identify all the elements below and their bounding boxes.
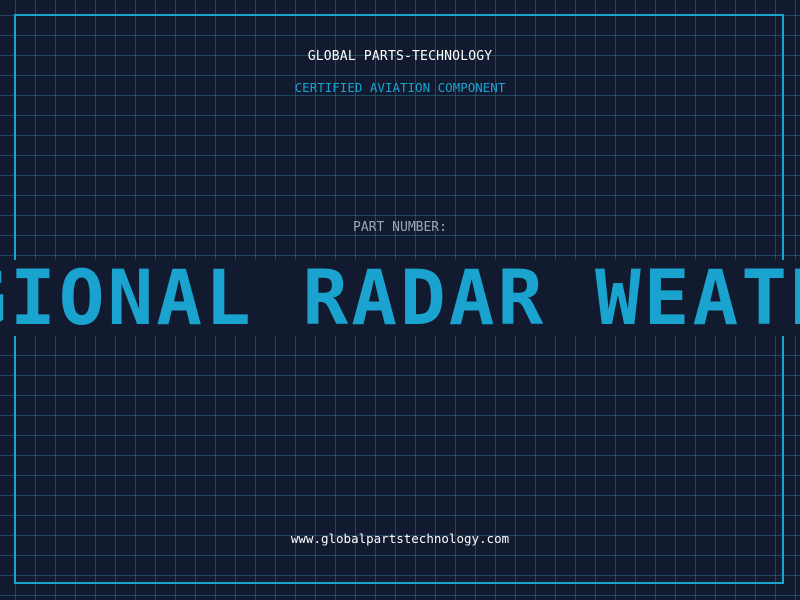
website-link[interactable]: www.globalpartstechnology.com (0, 531, 800, 546)
page: GLOBAL PARTS-TECHNOLOGY CERTIFIED AVIATI… (0, 0, 800, 600)
certification-tagline: CERTIFIED AVIATION COMPONENT (294, 80, 506, 95)
part-number-value: REGIONAL RADAR WEATHER (0, 260, 800, 336)
part-number-banner: REGIONAL RADAR WEATHER (0, 260, 800, 336)
company-name: GLOBAL PARTS-TECHNOLOGY (307, 49, 493, 64)
part-number-label: PART NUMBER: (353, 220, 447, 235)
